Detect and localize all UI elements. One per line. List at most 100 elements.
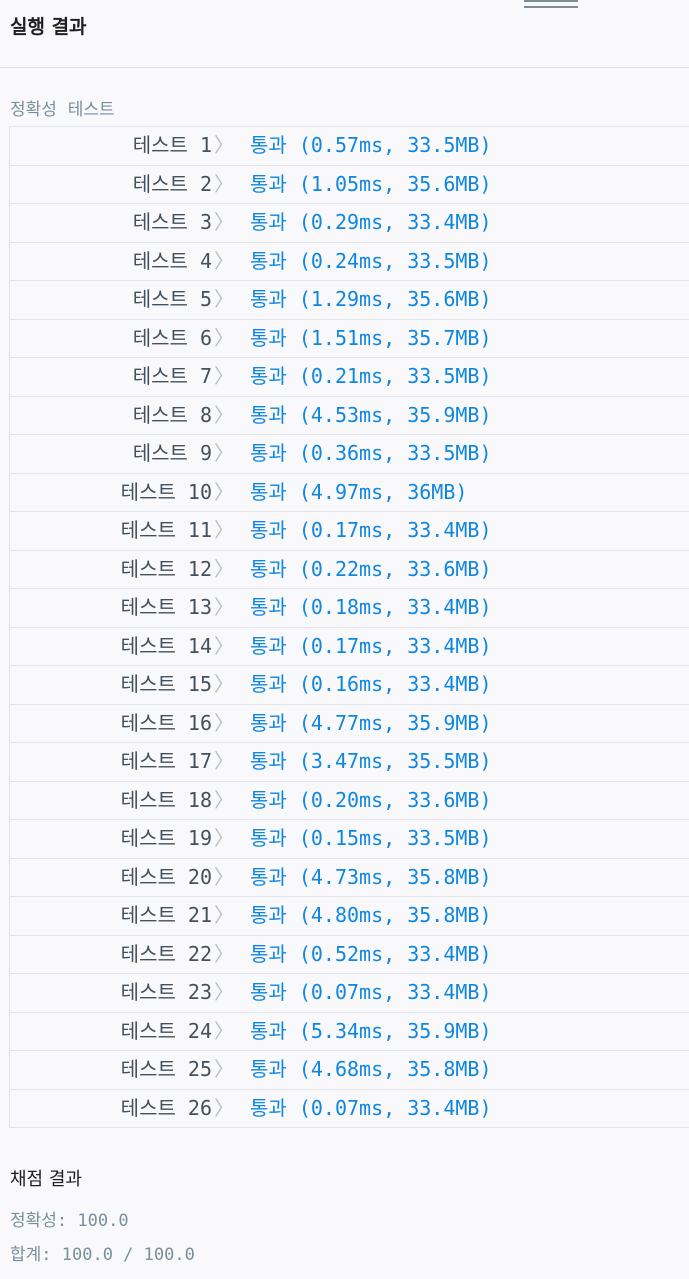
chevron-right-icon: 〉 [214, 710, 234, 735]
test-result-text: 통과 (0.18ms, 33.4MB) [250, 595, 492, 619]
chevron-right-icon: 〉 [214, 171, 234, 196]
test-label: 테스트 1 [132, 133, 212, 157]
test-results-list: 테스트 1 〉 통과 (0.57ms, 33.5MB) 테스트 2 〉 통과 (1.05m… [9, 126, 689, 1128]
test-result-row[interactable]: 테스트 22 〉 통과 (0.52ms, 33.4MB) [10, 936, 689, 974]
test-result-text: 통과 (4.68ms, 35.8MB) [250, 1057, 492, 1081]
test-label: 테스트 15 [120, 672, 212, 696]
test-result-text: 통과 (1.05ms, 35.6MB) [250, 171, 492, 196]
test-label: 테스트 18 [120, 787, 212, 812]
test-result-row[interactable]: 테스트 21 〉 통과 (4.80ms, 35.8MB) [10, 897, 689, 936]
chevron-right-icon: 〉 [214, 633, 234, 658]
test-result-text: 통과 (4.73ms, 35.8MB) [250, 864, 492, 889]
chevron-right-icon: 〉 [214, 479, 234, 504]
test-label: 테스트 26 [120, 1095, 212, 1120]
section-label-accuracy-test: 정확성 테스트 [10, 100, 115, 120]
chevron-right-icon: 〉 [214, 133, 234, 157]
test-result-row[interactable]: 테스트 10 〉 통과 (4.97ms, 36MB) [10, 474, 689, 512]
test-result-text: 통과 (1.51ms, 35.7MB) [250, 325, 492, 350]
test-result-text: 통과 (4.53ms, 35.9MB) [250, 402, 492, 427]
test-result-text: 통과 (5.34ms, 35.9MB) [250, 1018, 492, 1043]
test-label: 테스트 9 [132, 441, 212, 465]
test-result-text: 통과 (0.29ms, 33.4MB) [250, 210, 492, 234]
test-result-row[interactable]: 테스트 1 〉 통과 (0.57ms, 33.5MB) [10, 127, 689, 166]
test-result-row[interactable]: 테스트 4 〉 통과 (0.24ms, 33.5MB) [10, 243, 689, 281]
test-label: 테스트 24 [120, 1018, 212, 1043]
test-result-text: 통과 (4.80ms, 35.8MB) [250, 903, 492, 927]
test-result-row[interactable]: 테스트 5 〉 통과 (1.29ms, 35.6MB) [10, 281, 689, 320]
chevron-right-icon: 〉 [214, 210, 234, 234]
test-result-text: 통과 (0.24ms, 33.5MB) [250, 248, 492, 273]
test-result-row[interactable]: 테스트 17 〉 통과 (3.47ms, 35.5MB) [10, 743, 689, 782]
chevron-right-icon: 〉 [214, 1057, 234, 1081]
test-result-row[interactable]: 테스트 25 〉 통과 (4.68ms, 35.8MB) [10, 1051, 689, 1090]
result-header: 실행 결과 [0, 0, 689, 68]
test-label: 테스트 6 [132, 325, 212, 350]
page-title: 실행 결과 [10, 16, 87, 38]
test-result-row[interactable]: 테스트 24 〉 통과 (5.34ms, 35.9MB) [10, 1013, 689, 1051]
test-result-text: 통과 (0.36ms, 33.5MB) [250, 441, 492, 465]
test-label: 테스트 11 [120, 518, 212, 542]
test-label: 테스트 7 [132, 364, 212, 388]
score-accuracy: 정확성: 100.0 [10, 1211, 129, 1231]
test-result-text: 통과 (0.15ms, 33.5MB) [250, 826, 492, 850]
test-result-text: 통과 (0.52ms, 33.4MB) [250, 941, 492, 966]
test-label: 테스트 8 [132, 402, 212, 427]
test-result-text: 통과 (4.97ms, 36MB) [250, 479, 468, 504]
test-label: 테스트 5 [132, 287, 212, 311]
test-result-text: 통과 (0.07ms, 33.4MB) [250, 1095, 492, 1120]
test-result-row[interactable]: 테스트 13 〉 통과 (0.18ms, 33.4MB) [10, 589, 689, 628]
test-label: 테스트 10 [120, 479, 212, 504]
chevron-right-icon: 〉 [214, 864, 234, 889]
chevron-right-icon: 〉 [214, 441, 234, 465]
test-result-text: 통과 (3.47ms, 35.5MB) [250, 749, 492, 773]
score-total: 합계: 100.0 / 100.0 [10, 1245, 195, 1265]
test-label: 테스트 12 [120, 556, 212, 581]
test-result-text: 통과 (0.21ms, 33.5MB) [250, 364, 492, 388]
test-label: 테스트 2 [132, 171, 212, 196]
test-result-text: 통과 (0.22ms, 33.6MB) [250, 556, 492, 581]
chevron-right-icon: 〉 [214, 672, 234, 696]
test-label: 테스트 23 [120, 980, 212, 1004]
test-label: 테스트 4 [132, 248, 212, 273]
test-label: 테스트 3 [132, 210, 212, 234]
test-label: 테스트 21 [120, 903, 212, 927]
chevron-right-icon: 〉 [214, 941, 234, 966]
test-label: 테스트 13 [120, 595, 212, 619]
score-title: 채점 결과 [10, 1169, 82, 1190]
test-result-row[interactable]: 테스트 23 〉 통과 (0.07ms, 33.4MB) [10, 974, 689, 1013]
test-result-row[interactable]: 테스트 8 〉 통과 (4.53ms, 35.9MB) [10, 397, 689, 435]
chevron-right-icon: 〉 [214, 1018, 234, 1043]
test-result-row[interactable]: 테스트 16 〉 통과 (4.77ms, 35.9MB) [10, 705, 689, 743]
chevron-right-icon: 〉 [214, 595, 234, 619]
test-result-row[interactable]: 테스트 3 〉 통과 (0.29ms, 33.4MB) [10, 204, 689, 243]
chevron-right-icon: 〉 [214, 749, 234, 773]
chevron-right-icon: 〉 [214, 903, 234, 927]
test-label: 테스트 17 [120, 749, 212, 773]
test-result-text: 통과 (0.17ms, 33.4MB) [250, 633, 492, 658]
test-result-row[interactable]: 테스트 18 〉 통과 (0.20ms, 33.6MB) [10, 782, 689, 820]
test-result-text: 통과 (0.16ms, 33.4MB) [250, 672, 492, 696]
test-result-text: 통과 (0.57ms, 33.5MB) [250, 133, 492, 157]
test-result-row[interactable]: 테스트 20 〉 통과 (4.73ms, 35.8MB) [10, 859, 689, 897]
test-result-row[interactable]: 테스트 6 〉 통과 (1.51ms, 35.7MB) [10, 320, 689, 358]
test-result-row[interactable]: 테스트 19 〉 통과 (0.15ms, 33.5MB) [10, 820, 689, 859]
test-result-row[interactable]: 테스트 11 〉 통과 (0.17ms, 33.4MB) [10, 512, 689, 551]
test-label: 테스트 14 [120, 633, 212, 658]
test-result-row[interactable]: 테스트 7 〉 통과 (0.21ms, 33.5MB) [10, 358, 689, 397]
test-result-row[interactable]: 테스트 26 〉 통과 (0.07ms, 33.4MB) [10, 1090, 689, 1128]
test-result-row[interactable]: 테스트 15 〉 통과 (0.16ms, 33.4MB) [10, 666, 689, 705]
chevron-right-icon: 〉 [214, 364, 234, 388]
chevron-right-icon: 〉 [214, 518, 234, 542]
test-result-row[interactable]: 테스트 2 〉 통과 (1.05ms, 35.6MB) [10, 166, 689, 204]
test-result-text: 통과 (0.07ms, 33.4MB) [250, 980, 492, 1004]
test-result-text: 통과 (4.77ms, 35.9MB) [250, 710, 492, 735]
test-label: 테스트 16 [120, 710, 212, 735]
chevron-right-icon: 〉 [214, 287, 234, 311]
test-result-text: 통과 (0.20ms, 33.6MB) [250, 787, 492, 812]
test-result-row[interactable]: 테스트 14 〉 통과 (0.17ms, 33.4MB) [10, 628, 689, 666]
test-result-row[interactable]: 테스트 9 〉 통과 (0.36ms, 33.5MB) [10, 435, 689, 474]
test-result-row[interactable]: 테스트 12 〉 통과 (0.22ms, 33.6MB) [10, 551, 689, 589]
chevron-right-icon: 〉 [214, 325, 234, 350]
chevron-right-icon: 〉 [214, 1095, 234, 1120]
test-label: 테스트 25 [120, 1057, 212, 1081]
